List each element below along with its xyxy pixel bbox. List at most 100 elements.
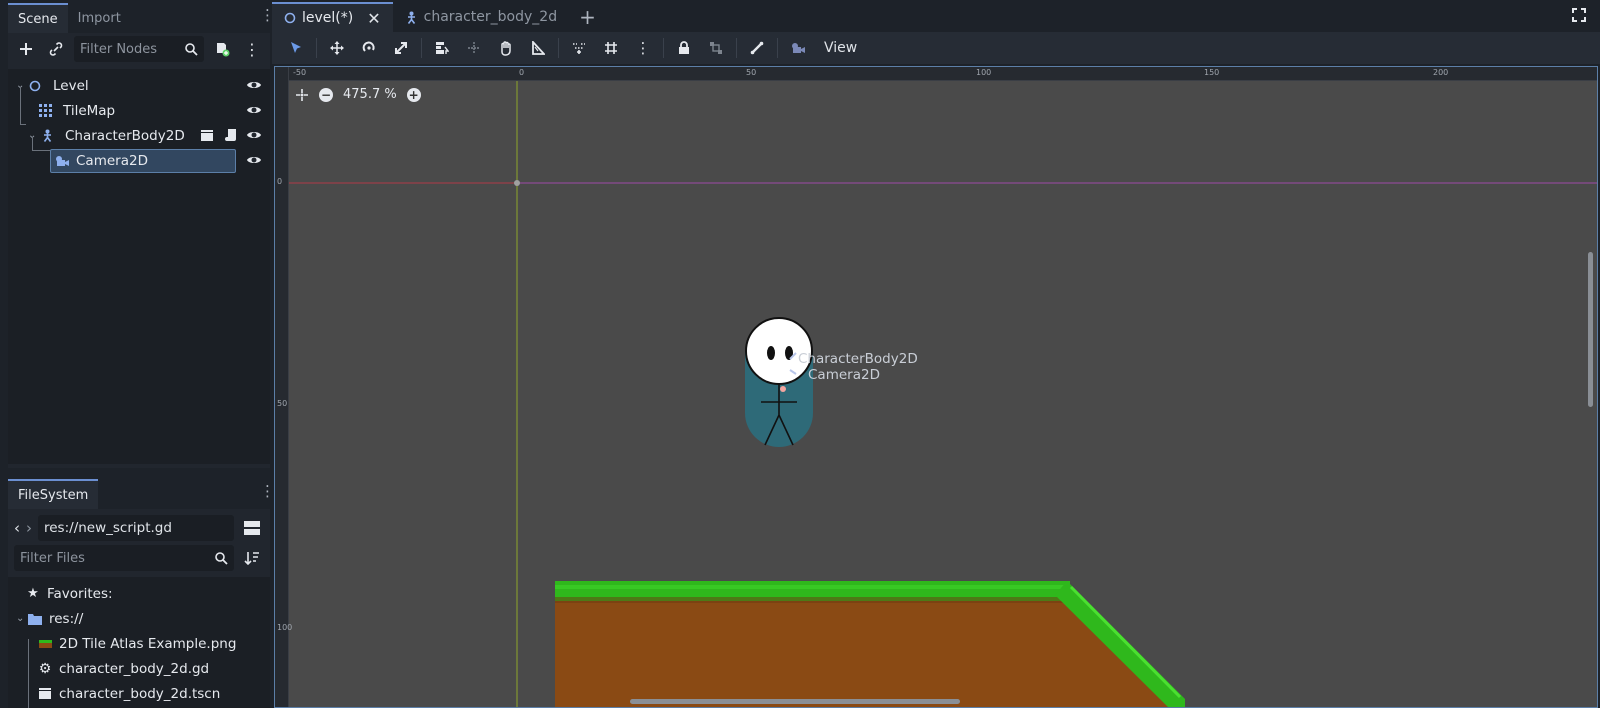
ruler-label: 0 xyxy=(519,68,525,77)
canvas-viewport[interactable]: -50 0 50 100 150 200 0 50 100 − 475.7 % … xyxy=(274,66,1598,708)
visibility-eye-icon[interactable] xyxy=(246,153,262,167)
distraction-free-icon[interactable] xyxy=(1572,8,1586,22)
toolbar-separator xyxy=(316,38,317,58)
tree-item-tilemap[interactable]: TileMap xyxy=(8,98,270,123)
toolbar-separator xyxy=(736,38,737,58)
fs-item-tscn[interactable]: character_body_2d.tscn xyxy=(8,681,270,706)
horizontal-ruler: -50 0 50 100 150 200 xyxy=(275,67,1597,81)
scene-menu-icon[interactable]: ⋮ xyxy=(260,8,275,23)
vertical-scrollbar[interactable] xyxy=(1588,252,1593,407)
toolbar-separator xyxy=(421,38,422,58)
pan-tool-icon[interactable] xyxy=(490,34,522,62)
star-icon: ★ xyxy=(27,586,39,601)
forward-arrow-icon[interactable]: › xyxy=(26,519,32,537)
back-arrow-icon[interactable]: ‹ xyxy=(14,519,20,537)
visibility-eye-icon[interactable] xyxy=(246,78,262,92)
node-name-label: CharacterBody2D xyxy=(798,351,918,367)
toolbar-separator xyxy=(663,38,664,58)
fs-item-png[interactable]: 2D Tile Atlas Example.png xyxy=(8,631,270,656)
ruler-label: 50 xyxy=(746,68,757,77)
smart-snap-icon[interactable] xyxy=(563,34,595,62)
rotate-tool-icon[interactable] xyxy=(353,34,385,62)
scene-tabbar: Scene Import ⋮ xyxy=(8,0,275,33)
tree-item-level[interactable]: ⌄ Level xyxy=(8,73,270,98)
ruler-label: 150 xyxy=(1204,68,1220,77)
visibility-eye-icon[interactable] xyxy=(246,128,262,142)
view-menu-button[interactable]: View xyxy=(814,40,867,56)
tree-item-camera2d[interactable]: Camera2D xyxy=(8,148,270,173)
instance-clapper-icon[interactable] xyxy=(200,129,214,142)
node-name-label: Camera2D xyxy=(808,367,880,383)
ruler-label: 50 xyxy=(277,399,288,408)
filesystem-tree: ★ Favorites: ⌄ res:// 2D Tile Atlas Exam… xyxy=(8,577,270,708)
search-icon xyxy=(185,42,198,56)
grid-snap-icon[interactable] xyxy=(595,34,627,62)
godot-editor: Scene Import ⋮ Filter Nodes ⋮ ⌄ Level Ti… xyxy=(0,0,1600,708)
node2d-icon xyxy=(284,12,296,24)
zoom-out-icon[interactable]: − xyxy=(319,87,333,102)
tree-item-label: Camera2D xyxy=(76,152,148,169)
fs-item-label: character_body_2d.tscn xyxy=(59,685,221,702)
scale-tool-icon[interactable] xyxy=(385,34,417,62)
search-icon xyxy=(215,551,228,565)
tab-import[interactable]: Import xyxy=(68,3,131,33)
characterbody2d-icon xyxy=(407,11,415,24)
ruler-label: 200 xyxy=(1433,68,1449,77)
canvas-toolbar: ⋮ View xyxy=(272,32,1600,64)
fs-item-label: 2D Tile Atlas Example.png xyxy=(59,635,237,652)
filter-files-input[interactable]: Filter Files xyxy=(14,545,234,571)
selectable-nodes-icon[interactable] xyxy=(426,34,458,62)
horizontal-scrollbar[interactable] xyxy=(630,699,960,704)
snap-options-icon[interactable]: ⋮ xyxy=(627,34,659,62)
camera-override-icon[interactable] xyxy=(782,34,814,62)
tab-scene[interactable]: Scene xyxy=(8,3,68,33)
tab-filesystem[interactable]: FileSystem xyxy=(8,479,99,509)
ruler-label: -50 xyxy=(293,68,307,77)
sort-icon[interactable] xyxy=(240,546,264,570)
tab-character-body-2d[interactable]: character_body_2d xyxy=(393,2,569,32)
filesystem-tabbar: FileSystem ⋮ xyxy=(8,476,275,509)
collapse-arrow-icon[interactable]: ⌄ xyxy=(16,613,26,624)
favorites-item[interactable]: ★ Favorites: xyxy=(8,581,270,606)
scene-options-icon[interactable]: ⋮ xyxy=(240,37,264,61)
favorites-label: Favorites: xyxy=(47,585,113,602)
selected-item-box: Camera2D xyxy=(50,148,236,173)
zoom-controls: − 475.7 % + xyxy=(295,87,421,102)
filesystem-path-row: ‹ › res://new_script.gd xyxy=(8,513,270,543)
fs-item-gd[interactable]: ⚙ character_body_2d.gd xyxy=(8,656,270,681)
path-field[interactable]: res://new_script.gd xyxy=(38,515,234,541)
pivot-tool-icon[interactable] xyxy=(458,34,490,62)
node2d-icon xyxy=(28,79,42,93)
folder-icon xyxy=(28,612,42,626)
new-scene-tab-button[interactable]: + xyxy=(569,2,606,32)
toolbar-separator xyxy=(558,38,559,58)
filesystem-menu-icon[interactable]: ⋮ xyxy=(260,484,275,499)
add-node-icon[interactable] xyxy=(14,37,38,61)
center-view-icon[interactable] xyxy=(295,88,309,102)
group-icon[interactable] xyxy=(700,34,732,62)
select-tool-icon[interactable] xyxy=(280,34,312,62)
split-view-icon[interactable] xyxy=(240,516,264,540)
scene-clapper-icon xyxy=(38,687,52,701)
visibility-eye-icon[interactable] xyxy=(246,103,262,117)
filter-nodes-input[interactable]: Filter Nodes xyxy=(74,36,204,62)
link-icon[interactable] xyxy=(44,37,68,61)
script-icon[interactable] xyxy=(225,128,238,142)
attach-script-icon[interactable] xyxy=(210,37,234,61)
scene-tree: ⌄ Level TileMap ⌄ CharacterBody2D Camera… xyxy=(8,69,270,464)
scene-panel: Scene Import ⋮ Filter Nodes ⋮ ⌄ Level Ti… xyxy=(8,0,275,468)
tree-guide-line xyxy=(20,87,26,125)
ruler-tool-icon[interactable] xyxy=(522,34,554,62)
fs-item-res[interactable]: ⌄ res:// xyxy=(8,606,270,631)
tab-level[interactable]: level(*) ✕ xyxy=(272,2,393,32)
scene-tabs: level(*) ✕ character_body_2d + xyxy=(272,0,1600,32)
move-tool-icon[interactable] xyxy=(321,34,353,62)
tree-item-label: TileMap xyxy=(63,102,116,119)
vertical-ruler: 0 50 100 xyxy=(275,67,292,707)
lock-icon[interactable] xyxy=(668,34,700,62)
zoom-level[interactable]: 475.7 % xyxy=(343,87,397,102)
zoom-in-icon[interactable]: + xyxy=(406,87,421,102)
scene-canvas xyxy=(275,67,1597,707)
skeleton-bone-icon[interactable] xyxy=(741,34,773,62)
close-tab-icon[interactable]: ✕ xyxy=(367,9,380,28)
